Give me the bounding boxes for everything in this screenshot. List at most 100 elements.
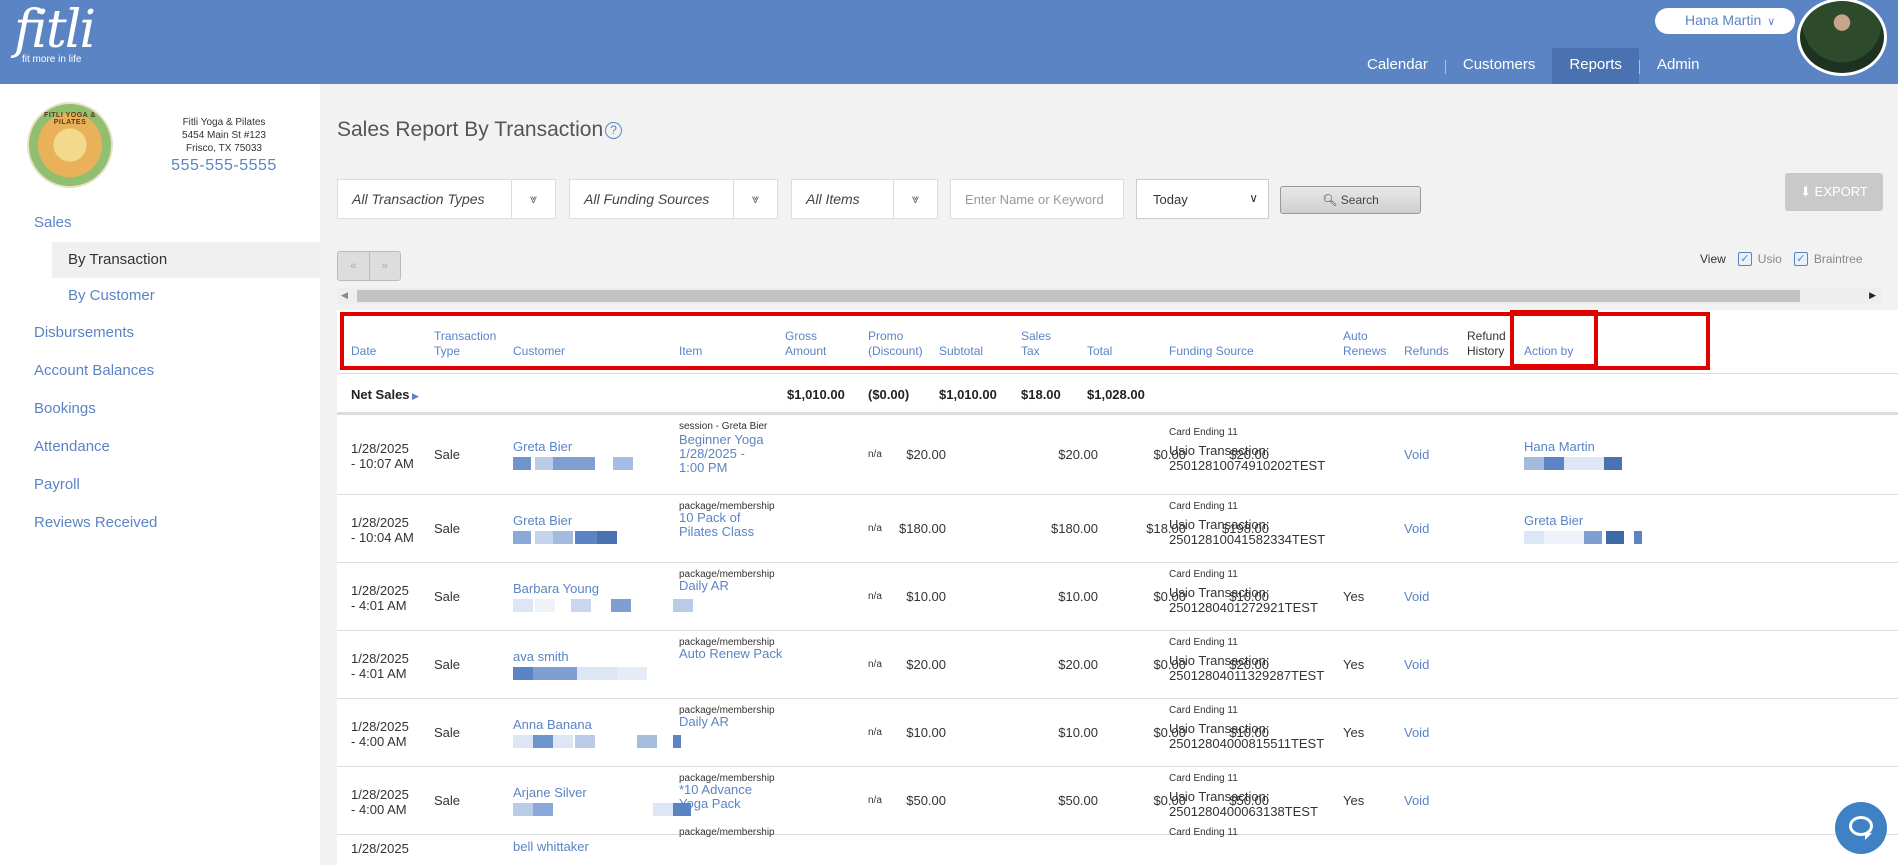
export-button[interactable]: ⬇ EXPORT	[1785, 173, 1883, 211]
sidebar-item-disbursements[interactable]: Disbursements	[0, 314, 320, 352]
row-date: 1/28/2025- 4:00 AM	[351, 719, 409, 749]
row-funding-line: Usio Transaction:	[1169, 789, 1270, 804]
pager-prev-button[interactable]: «	[338, 252, 369, 280]
row-item-link[interactable]: Beginner Yoga 1/28/2025 -1:00 PM	[679, 433, 764, 475]
row-item-link[interactable]: 10 Pack of Pilates Class	[679, 511, 754, 539]
horizontal-scrollbar[interactable]: ◀ ▶	[337, 288, 1882, 304]
row-customer-link[interactable]: Barbara Young	[513, 581, 599, 596]
scrollbar-thumb[interactable]	[357, 290, 1800, 302]
row-item-link[interactable]: Auto Renew Pack	[679, 647, 782, 661]
row-gross: $10.00	[906, 725, 946, 740]
reports-nav: Sales By Transaction By Customer Disburs…	[0, 204, 320, 542]
sidebar-item-payroll[interactable]: Payroll	[0, 466, 320, 504]
caret-right-icon: ▶	[409, 391, 419, 401]
date-range-select[interactable]: Today ∨	[1136, 179, 1269, 219]
nav-calendar[interactable]: Calendar	[1350, 48, 1445, 84]
table-row: 1/28/2025- 4:01 AM Sale Barbara Young packa…	[337, 563, 1898, 631]
keyword-search-input[interactable]: Enter Name or Keyword	[950, 179, 1124, 219]
net-promo: ($0.00)	[868, 387, 910, 402]
studio-phone[interactable]: 555-555-5555	[150, 158, 298, 174]
row-customer-link[interactable]: Anna Banana	[513, 717, 592, 732]
sidebar-item-attendance[interactable]: Attendance	[0, 428, 320, 466]
sidebar-item-by-customer[interactable]: By Customer	[52, 278, 320, 314]
row-void-link[interactable]: Void	[1404, 447, 1429, 462]
row-action-by-link[interactable]: Greta Bier	[1524, 513, 1583, 528]
scroll-right-icon[interactable]: ▶	[1869, 290, 1876, 301]
row-customer-link[interactable]: Arjane Silver	[513, 785, 587, 800]
row-void-link[interactable]: Void	[1404, 793, 1429, 808]
row-auto-renews: Yes	[1343, 589, 1365, 604]
chevron-double-down-icon[interactable]: ⩔	[893, 180, 937, 218]
items-filter[interactable]: All Items ⩔	[791, 179, 938, 219]
sidebar-item-reviews[interactable]: Reviews Received	[0, 504, 320, 542]
chat-button[interactable]	[1835, 802, 1887, 854]
funding-sources-filter[interactable]: All Funding Sources ⩔	[569, 179, 778, 219]
row-date-line: - 4:00 AM	[351, 734, 407, 749]
row-customer-link[interactable]: Greta Bier	[513, 513, 572, 528]
row-customer-link[interactable]: bell whittaker	[513, 839, 589, 854]
row-action-by-link[interactable]: Hana Martin	[1524, 439, 1595, 454]
row-void-link[interactable]: Void	[1404, 589, 1429, 604]
row-type: Sale	[434, 521, 461, 536]
row-void-link[interactable]: Void	[1404, 725, 1429, 740]
sidebar-item-bookings[interactable]: Bookings	[0, 390, 320, 428]
chevron-double-down-icon[interactable]: ⩔	[733, 180, 777, 218]
redacted-customer-detail	[535, 531, 553, 544]
row-funding: Usio Transaction: 2501280400063138TEST	[1169, 789, 1318, 819]
redacted-customer-detail	[597, 531, 617, 544]
nav-customers[interactable]: Customers	[1446, 48, 1553, 84]
net-total: $1,028.00	[1087, 387, 1145, 402]
chevron-double-down-icon[interactable]: ⩔	[511, 180, 555, 218]
transaction-types-filter[interactable]: All Transaction Types ⩔	[337, 179, 556, 219]
sidebar-item-by-transaction[interactable]: By Transaction	[52, 242, 320, 278]
chat-bubble-tail	[1865, 833, 1872, 840]
redacted-customer-detail	[553, 735, 573, 748]
search-icon: 🔍︎	[1322, 193, 1338, 207]
row-customer-link[interactable]: ava smith	[513, 649, 569, 664]
row-auto-renews: Yes	[1343, 793, 1365, 808]
redacted-customer-detail	[571, 599, 591, 612]
row-subtotal: $10.00	[1058, 725, 1098, 740]
usio-checkbox[interactable]: ✓	[1737, 252, 1752, 266]
row-promo: n/a	[868, 727, 882, 738]
row-void-link[interactable]: Void	[1404, 521, 1429, 536]
redacted-action-detail	[1634, 531, 1642, 544]
fitli-logo[interactable]: fitli fit more in life	[14, 4, 96, 65]
row-date: 1/28/2025- 10:07 AM	[351, 441, 414, 471]
row-void-link[interactable]: Void	[1404, 657, 1429, 672]
sidebar-item-account-balances[interactable]: Account Balances	[0, 352, 320, 390]
redacted-customer-detail	[637, 735, 657, 748]
chevron-down-icon: ∨	[1249, 191, 1258, 205]
row-item-link[interactable]: Daily AR	[679, 715, 729, 729]
table-header: Date Transaction Type Customer Item Gross…	[337, 310, 1898, 374]
help-icon[interactable]: ?	[605, 122, 623, 139]
redacted-action-detail	[1524, 457, 1544, 470]
row-funding-line: Usio Transaction:	[1169, 443, 1270, 458]
download-icon: ⬇	[1800, 184, 1812, 199]
net-sales-toggle[interactable]: Net Sales ▶	[351, 387, 419, 402]
row-customer-link[interactable]: Greta Bier	[513, 439, 572, 454]
braintree-checkbox[interactable]: ✓	[1793, 252, 1808, 266]
search-button[interactable]: 🔍︎ Search	[1280, 186, 1421, 214]
row-card: Card Ending 11	[1169, 501, 1238, 512]
row-item-category: package/membership	[679, 827, 775, 838]
redacted-customer-detail	[575, 735, 595, 748]
main-nav: Calendar Customers Reports Admin	[1350, 48, 1716, 84]
sidebar-item-sales[interactable]: Sales	[0, 204, 320, 242]
row-funding-line: Usio Transaction:	[1169, 585, 1270, 600]
pager-next-button[interactable]: »	[368, 252, 401, 280]
chevron-down-icon: ∨	[1767, 16, 1776, 28]
avatar[interactable]	[1797, 0, 1887, 76]
row-date-line: - 10:07 AM	[351, 456, 414, 471]
row-gross: $180.00	[899, 521, 946, 536]
row-type: Sale	[434, 447, 461, 462]
nav-admin[interactable]: Admin	[1640, 48, 1717, 84]
row-item-link[interactable]: Daily AR	[679, 579, 729, 593]
nav-reports[interactable]: Reports	[1552, 48, 1639, 84]
row-card: Card Ending 11	[1169, 827, 1238, 838]
transaction-types-value: All Transaction Types	[352, 191, 485, 207]
user-menu[interactable]: Hana Martin ∨	[1655, 8, 1795, 34]
scroll-left-icon[interactable]: ◀	[341, 290, 348, 301]
row-date-line: 1/28/2025	[351, 651, 409, 666]
row-funding-line: 25012804000815511TEST	[1169, 736, 1325, 751]
